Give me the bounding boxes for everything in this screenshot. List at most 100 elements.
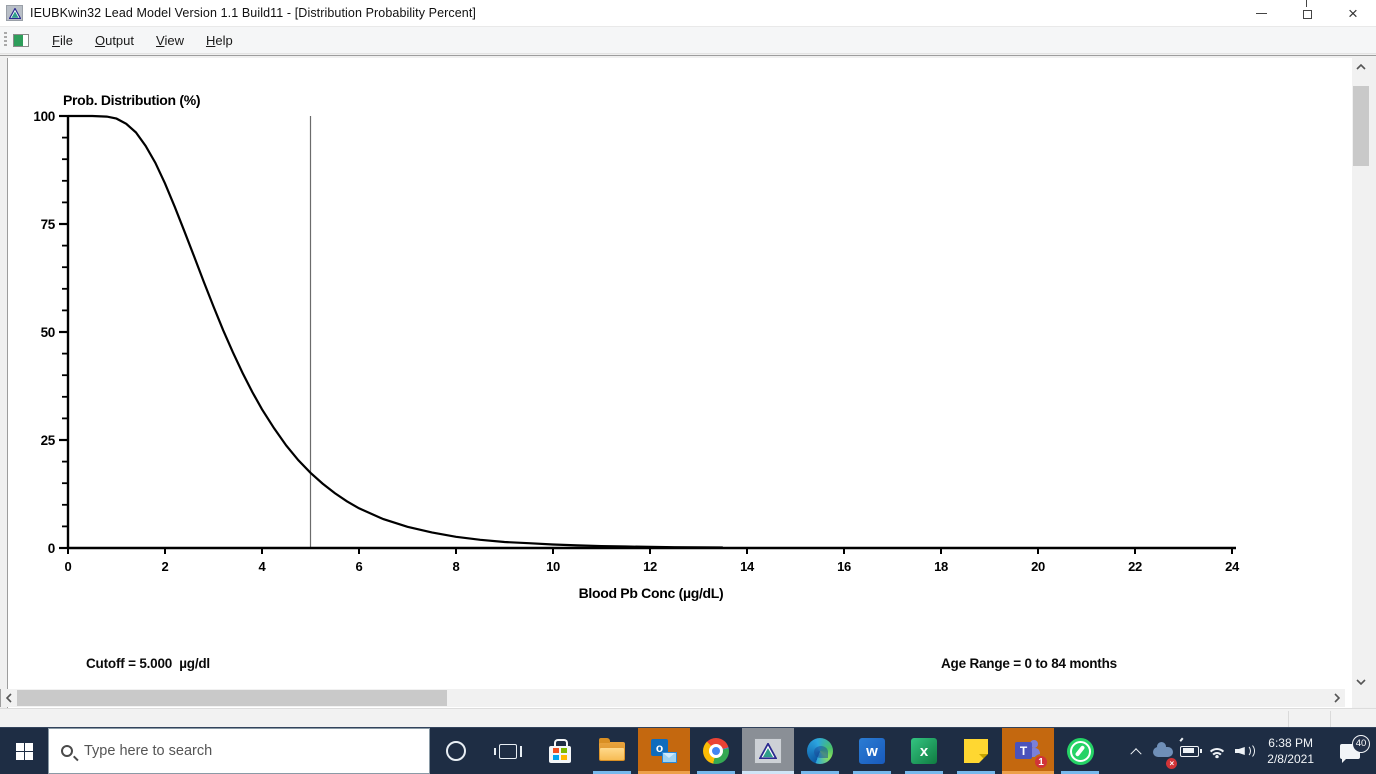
toolbar-grip[interactable] [4,32,7,48]
outlook-icon: o [651,739,677,763]
windows-logo-icon [15,742,33,760]
search-placeholder: Type here to search [84,743,213,759]
horizontal-scrollbar[interactable] [0,689,1345,707]
clock-date: 2/8/2021 [1267,752,1314,766]
sticky-notes-button[interactable] [950,728,1002,774]
plug-icon [1179,737,1187,745]
store-icon [549,738,571,763]
distribution-curve [68,114,723,549]
task-view-button[interactable] [482,728,534,774]
restore-button[interactable] [1284,0,1330,27]
scroll-left-arrow[interactable] [1,689,17,707]
stat-age-range: Age Range = 0 to 84 months [941,656,1117,671]
x-tick-label: 0 [65,559,72,574]
screen: IEUBKwin32 Lead Model Version 1.1 Build1… [0,0,1376,774]
menu-bar: File Output View Help [0,27,1376,54]
whatsapp-button[interactable] [1054,728,1106,774]
taskbar-search-input[interactable]: Type here to search [48,728,430,774]
y-tick-label: 0 [48,541,55,556]
word-icon: w [859,738,885,764]
window-controls: × [1238,0,1376,27]
x-tick-label: 4 [259,559,267,574]
y-tick-label: 50 [41,325,55,340]
tray-expand-button[interactable] [1122,728,1149,774]
ieubk-app-button[interactable] [742,728,794,774]
excel-icon: x [911,738,937,764]
wifi-tray-button[interactable] [1203,728,1230,774]
cortana-icon [446,741,466,761]
x-tick-label: 14 [740,559,755,574]
vertical-scrollbar[interactable] [1352,58,1370,690]
horizontal-scroll-thumb[interactable] [17,690,447,706]
task-view-icon [494,743,522,759]
scroll-down-arrow[interactable] [1352,673,1370,690]
chrome-icon [703,738,729,764]
teams-button[interactable]: T 1 [1002,728,1054,774]
chart-title: Prob. Distribution (%) [63,92,200,108]
action-center-button[interactable]: 40 [1324,734,1376,763]
mdi-client-area: Prob. Distribution (%) Blood Pb Conc (µg… [0,55,1376,774]
x-tick-label: 10 [546,559,560,574]
probability-distribution-chart: Prob. Distribution (%) Blood Pb Conc (µg… [33,92,1240,601]
stat-cutoff: Cutoff = 5.000 µg/dl [86,656,210,671]
menu-view[interactable]: View [145,29,195,52]
teams-notification-badge: 1 [1033,754,1049,770]
minimize-button[interactable] [1238,0,1284,27]
edge-button[interactable] [794,728,846,774]
notification-count-badge: 40 [1352,734,1370,753]
x-tick-label: 18 [934,559,948,574]
wifi-icon [1206,744,1227,758]
cortana-button[interactable] [430,728,482,774]
y-tick-label: 25 [41,433,56,448]
window-title: IEUBKwin32 Lead Model Version 1.1 Build1… [30,6,476,20]
sticky-notes-icon [964,739,988,763]
taskbar-clock[interactable]: 6:38 PM 2/8/2021 [1257,735,1324,767]
distribution-chart-window: Prob. Distribution (%) Blood Pb Conc (µg… [7,58,1352,774]
x-tick-label: 2 [162,559,169,574]
title-bar: IEUBKwin32 Lead Model Version 1.1 Build1… [0,0,1376,27]
scroll-right-arrow[interactable] [1329,689,1345,707]
app-delta-icon[interactable] [6,5,23,21]
volume-icon [1235,743,1255,759]
x-tick-label: 8 [453,559,460,574]
edge-icon [807,738,833,764]
scrollbar-corner [1352,689,1370,707]
search-icon [61,745,73,757]
scroll-up-arrow[interactable] [1352,58,1370,75]
minimize-icon [1255,12,1267,14]
file-explorer-button[interactable] [586,728,638,774]
folder-icon [599,737,625,761]
onedrive-tray-button[interactable]: × [1149,728,1178,774]
outlook-button[interactable]: o [638,728,690,774]
onedrive-cloud-icon [1152,742,1173,757]
y-tick-label: 75 [41,217,56,232]
child-window-icon[interactable] [13,33,29,47]
chrome-button[interactable] [690,728,742,774]
word-button[interactable]: w [846,728,898,774]
battery-icon [1180,745,1203,757]
y-tick-label: 100 [33,109,55,124]
taskbar: Type here to search o w x T 1 × 6:38 PM … [0,727,1376,774]
x-tick-label: 20 [1031,559,1045,574]
x-tick-label: 24 [1225,559,1240,574]
close-button[interactable]: × [1330,0,1376,27]
x-tick-label: 16 [837,559,851,574]
chevron-up-icon [1130,748,1142,760]
vertical-scroll-thumb[interactable] [1353,86,1369,166]
x-axis-label: Blood Pb Conc (µg/dL) [579,585,724,601]
start-button[interactable] [0,728,48,774]
x-tick-label: 22 [1128,559,1142,574]
menu-output[interactable]: Output [84,29,145,52]
status-bar [0,708,1376,728]
x-tick-label: 6 [356,559,363,574]
x-tick-label: 12 [643,559,657,574]
excel-button[interactable]: x [898,728,950,774]
microsoft-store-button[interactable] [534,728,586,774]
volume-tray-button[interactable] [1230,728,1257,774]
menu-file[interactable]: File [41,29,84,52]
system-tray: × 6:38 PM 2/8/2021 40 [1122,728,1376,774]
clock-time: 6:38 PM [1268,736,1313,750]
ieubk-delta-taskbar-icon [754,738,782,764]
battery-tray-button[interactable] [1176,728,1203,774]
menu-help[interactable]: Help [195,29,244,52]
